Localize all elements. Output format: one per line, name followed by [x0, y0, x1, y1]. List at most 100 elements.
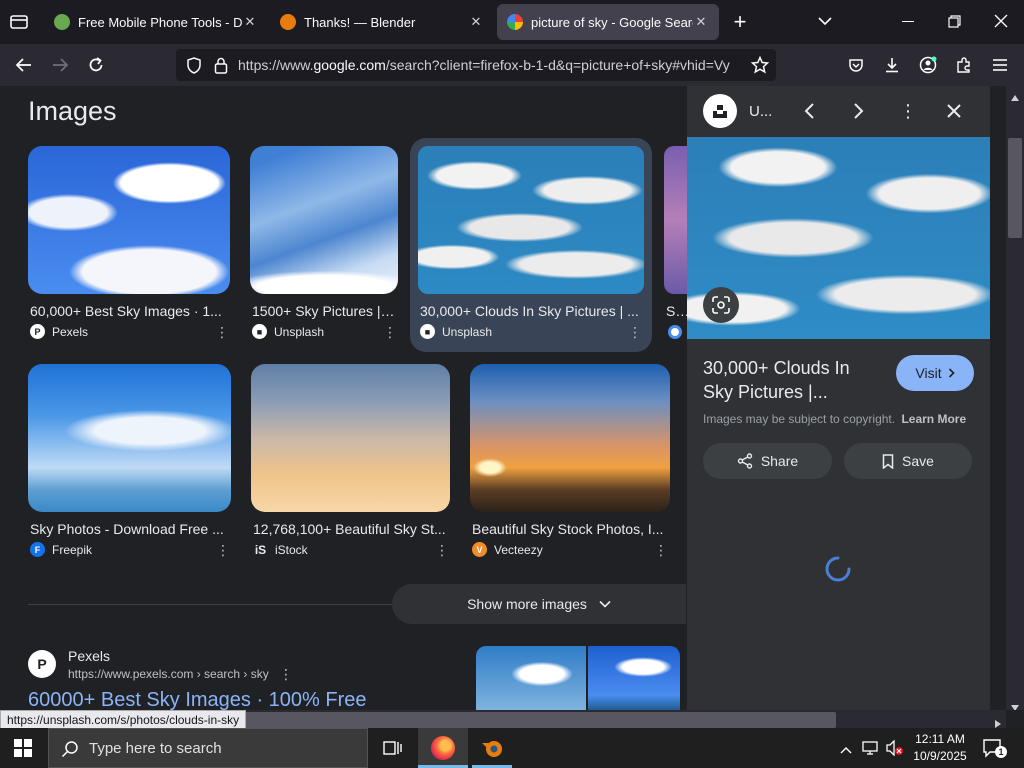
tab-overview-icon[interactable]: [8, 12, 30, 32]
more-options-icon[interactable]: ⋮: [215, 324, 229, 341]
scrollbar-thumb[interactable]: [240, 712, 836, 728]
unsplash-avatar-icon[interactable]: [703, 94, 737, 128]
back-arrow-icon[interactable]: [10, 52, 38, 78]
panel-source-name[interactable]: U...: [749, 103, 772, 120]
show-more-images-button[interactable]: Show more images: [392, 584, 686, 624]
learn-more-link[interactable]: Learn More: [901, 412, 966, 426]
pocket-icon[interactable]: [842, 52, 870, 78]
task-view-icon[interactable]: [382, 739, 402, 757]
web-result-thumbnail-2[interactable]: [588, 646, 680, 710]
web-result-url[interactable]: https://www.pexels.com › search › sky: [68, 667, 269, 681]
scroll-down-arrow-icon[interactable]: [1010, 699, 1020, 710]
image-source[interactable]: iS iStock: [253, 542, 308, 557]
taskbar-search-box[interactable]: Type here to search: [48, 728, 368, 768]
bookmark-icon: [882, 453, 894, 469]
more-options-icon[interactable]: ⋮: [383, 324, 397, 341]
scrollbar-thumb[interactable]: [1008, 138, 1022, 238]
reload-icon[interactable]: [82, 52, 110, 78]
tab-blender[interactable]: Thanks! — Blender ✕: [270, 4, 494, 40]
close-panel-icon[interactable]: [946, 103, 962, 119]
firefox-icon: [431, 736, 455, 760]
page-content: Images 60,000+ Best Sky Images · 1... P …: [0, 86, 1024, 710]
image-result-pexels-sky[interactable]: [28, 146, 230, 294]
clock-time[interactable]: 12:11 AM: [910, 732, 970, 746]
scroll-right-arrow-icon[interactable]: [994, 716, 1002, 728]
clock-date[interactable]: 10/9/2025: [910, 749, 970, 763]
image-preview-panel: U... ⋮ 30,000+ Clouds In Sky Pictures |.…: [687, 86, 990, 710]
image-result-vecteezy-sky[interactable]: [470, 364, 670, 512]
web-result-site-name[interactable]: Pexels: [68, 648, 110, 664]
web-result-thumbnail-1[interactable]: [476, 646, 586, 710]
taskbar-blender-app[interactable]: [468, 728, 516, 768]
previous-image-icon[interactable]: [803, 102, 817, 120]
minimize-window-icon[interactable]: [902, 21, 914, 22]
image-source[interactable]: ■ Unsplash: [420, 324, 492, 339]
more-options-icon[interactable]: ⋮: [216, 542, 230, 559]
account-icon[interactable]: [914, 52, 942, 78]
image-caption[interactable]: Sky: [666, 303, 688, 319]
share-button[interactable]: Share: [703, 443, 832, 479]
images-heading: Images: [28, 96, 117, 126]
visit-button[interactable]: Visit: [896, 355, 974, 391]
shield-icon[interactable]: [186, 57, 202, 74]
blender-icon: [480, 737, 504, 759]
web-result-title-link[interactable]: 60000+ Best Sky Images · 100% Free: [28, 689, 367, 710]
show-hidden-icons-chevron-icon[interactable]: [840, 742, 852, 754]
google-lens-icon[interactable]: [703, 287, 739, 323]
close-tab-icon[interactable]: ✕: [468, 14, 484, 30]
image-result-unsplash-sky[interactable]: [250, 146, 398, 294]
image-caption[interactable]: Sky Photos - Download Free ...: [30, 521, 226, 537]
source-logo-icon: [668, 325, 682, 339]
taskbar-firefox-app[interactable]: [418, 728, 468, 768]
image-source[interactable]: P Pexels: [30, 324, 88, 339]
list-all-tabs-icon[interactable]: [816, 14, 834, 28]
extensions-puzzle-icon[interactable]: [950, 52, 978, 78]
hamburger-menu-icon[interactable]: [986, 52, 1014, 78]
new-tab-button[interactable]: +: [728, 8, 752, 36]
more-options-icon[interactable]: ⋮: [279, 666, 293, 683]
status-link-url: https://unsplash.com/s/photos/clouds-in-…: [0, 710, 247, 730]
more-options-icon[interactable]: ⋮: [899, 102, 917, 120]
image-caption[interactable]: 60,000+ Best Sky Images · 1...: [30, 303, 225, 319]
image-caption[interactable]: 1500+ Sky Pictures | ...: [252, 303, 395, 319]
save-button[interactable]: Save: [844, 443, 972, 479]
image-result-clouds-in-sky[interactable]: [418, 146, 644, 294]
more-options-icon[interactable]: ⋮: [435, 542, 449, 559]
forward-arrow-icon[interactable]: [46, 52, 74, 78]
url-text[interactable]: https://www.google.com/search?client=fir…: [238, 57, 743, 73]
image-caption[interactable]: Beautiful Sky Stock Photos, I...: [472, 521, 667, 537]
volume-muted-icon[interactable]: [886, 739, 904, 757]
next-image-icon[interactable]: [851, 102, 865, 120]
source-name: Unsplash: [442, 324, 493, 339]
more-options-icon[interactable]: ⋮: [654, 542, 668, 559]
close-window-icon[interactable]: [994, 14, 1008, 28]
source-name: Pexels: [52, 324, 89, 339]
unsplash-logo-icon: ■: [252, 324, 267, 339]
image-result-istock-sky[interactable]: [251, 364, 450, 512]
more-options-icon[interactable]: ⋮: [628, 324, 642, 341]
tab-google-search[interactable]: picture of sky - Google Search ✕: [497, 4, 719, 40]
address-bar[interactable]: https://www.google.com/search?client=fir…: [176, 49, 776, 81]
windows-start-icon[interactable]: [14, 739, 32, 757]
downloads-icon[interactable]: [878, 52, 906, 78]
tab-free-mobile-phone-tools[interactable]: Free Mobile Phone Tools - Dow ✕: [44, 4, 268, 40]
save-label: Save: [902, 453, 934, 469]
restore-window-icon[interactable]: [948, 15, 961, 28]
panel-image-title[interactable]: 30,000+ Clouds In Sky Pictures |...: [703, 356, 873, 404]
image-source[interactable]: F Freepik: [30, 542, 92, 557]
image-source[interactable]: V Vecteezy: [472, 542, 543, 557]
image-result-sky-partial[interactable]: [664, 146, 688, 294]
close-tab-icon[interactable]: ✕: [242, 14, 258, 30]
scroll-up-arrow-icon[interactable]: [1010, 89, 1020, 101]
image-source[interactable]: ■ Unsplash: [252, 324, 324, 339]
source-name: iStock: [275, 542, 308, 557]
close-tab-icon[interactable]: ✕: [693, 14, 709, 30]
taskbar-search-placeholder: Type here to search: [89, 740, 222, 757]
vertical-scrollbar[interactable]: [1006, 86, 1024, 710]
image-caption[interactable]: 12,768,100+ Beautiful Sky St...: [253, 521, 448, 537]
lock-icon[interactable]: [214, 57, 228, 74]
image-caption[interactable]: 30,000+ Clouds In Sky Pictures | ...: [420, 303, 640, 319]
bookmark-star-icon[interactable]: [750, 55, 770, 74]
image-result-freepik-sky[interactable]: [28, 364, 231, 512]
network-icon[interactable]: [862, 740, 880, 756]
